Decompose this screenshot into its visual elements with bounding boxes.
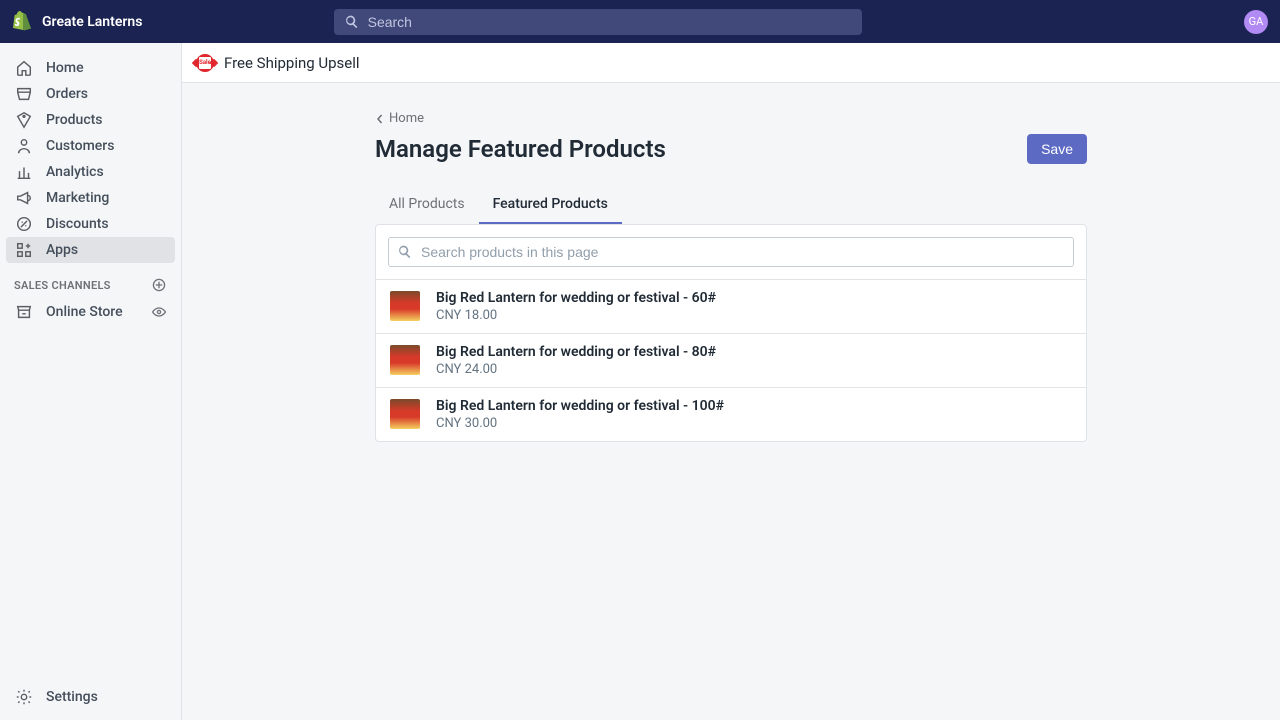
sidebar-item-home[interactable]: Home [0,55,181,81]
content: Home Manage Featured Products Save All P… [182,83,1280,720]
sidebar-item-label: Online Store [46,304,123,320]
product-thumbnail [390,399,420,429]
product-thumbnail [390,291,420,321]
sidebar-item-marketing[interactable]: Marketing [0,185,181,211]
topbar: Greate Lanterns GA [0,0,1280,43]
product-row[interactable]: Big Red Lantern for wedding or festival … [376,333,1086,387]
gear-icon [14,688,34,706]
marketing-icon [14,189,34,207]
eye-icon[interactable] [151,304,167,320]
sidebar-item-label: Discounts [46,216,109,232]
app-badge-icon: Sale [196,54,214,72]
product-title: Big Red Lantern for wedding or festival … [436,344,716,360]
apps-icon [14,241,34,259]
sidebar-item-products[interactable]: Products [0,107,181,133]
orders-icon [14,85,34,103]
chevron-left-icon [375,114,385,124]
product-row[interactable]: Big Red Lantern for wedding or festival … [376,387,1086,441]
product-search-input[interactable] [388,237,1074,267]
products-card: Big Red Lantern for wedding or festival … [375,224,1087,442]
products-icon [14,111,34,129]
sidebar-item-discounts[interactable]: Discounts [0,211,181,237]
sidebar-item-label: Marketing [46,190,109,206]
sidebar-item-label: Products [46,112,103,128]
app-title: Free Shipping Upsell [224,54,360,72]
sidebar-item-label: Orders [46,86,88,102]
product-title: Big Red Lantern for wedding or festival … [436,398,724,414]
sidebar-item-settings[interactable]: Settings [0,684,181,710]
tabs: All Products Featured Products [375,186,1087,224]
product-price: CNY 18.00 [436,308,716,323]
sidebar-item-label: Home [46,60,84,76]
app-header: Sale Free Shipping Upsell [182,43,1280,83]
global-search[interactable] [334,9,862,35]
sidebar-item-analytics[interactable]: Analytics [0,159,181,185]
discounts-icon [14,215,34,233]
product-title: Big Red Lantern for wedding or festival … [436,290,716,306]
sidebar-item-apps[interactable]: Apps [6,237,175,263]
store-icon [14,303,34,321]
add-channel-icon[interactable] [151,277,167,293]
product-thumbnail [390,345,420,375]
breadcrumb[interactable]: Home [375,111,424,126]
sidebar-item-label: Settings [46,689,98,705]
tab-all-products[interactable]: All Products [375,186,479,224]
search-icon [397,244,413,260]
sales-channels-header: SALES CHANNELS [0,263,181,299]
sidebar: Home Orders Products Customers Analytics… [0,43,182,720]
shopify-logo-icon [12,11,32,33]
main: Sale Free Shipping Upsell Home Manage Fe… [182,43,1280,720]
customers-icon [14,137,34,155]
global-search-input[interactable] [334,9,862,35]
sidebar-item-online-store[interactable]: Online Store [0,299,181,325]
sidebar-item-label: Customers [46,138,114,154]
product-price: CNY 24.00 [436,362,716,377]
search-icon [344,14,360,30]
sidebar-item-label: Apps [46,242,78,258]
product-price: CNY 30.00 [436,416,724,431]
tab-featured-products[interactable]: Featured Products [479,186,622,224]
sidebar-item-label: Analytics [46,164,104,180]
store-name: Greate Lanterns [42,14,142,30]
page-title: Manage Featured Products [375,135,666,163]
sidebar-item-customers[interactable]: Customers [0,133,181,159]
home-icon [14,59,34,77]
analytics-icon [14,163,34,181]
sidebar-item-orders[interactable]: Orders [0,81,181,107]
save-button[interactable]: Save [1027,134,1087,164]
avatar[interactable]: GA [1244,10,1268,34]
product-row[interactable]: Big Red Lantern for wedding or festival … [376,279,1086,333]
